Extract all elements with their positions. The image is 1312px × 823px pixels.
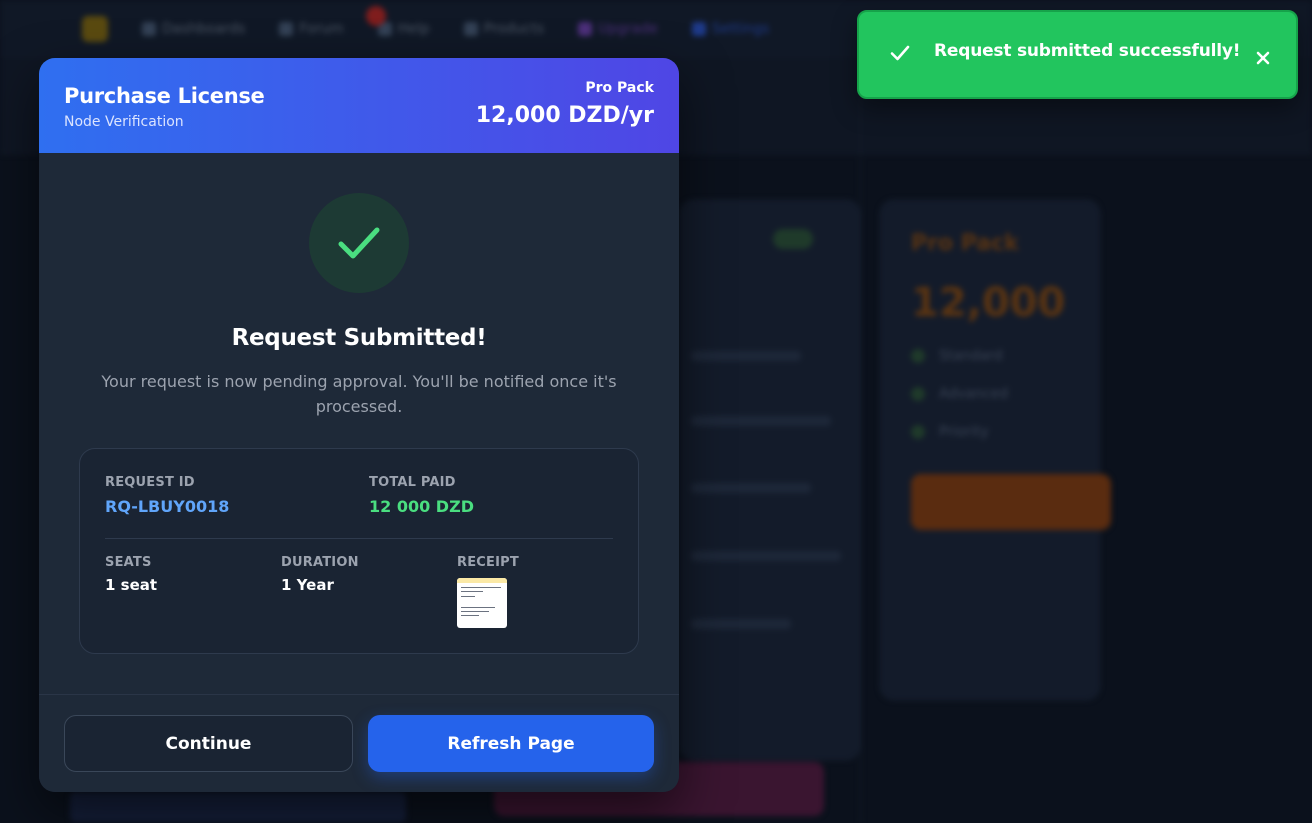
request-id-value: RQ-LBUY0018 — [105, 497, 230, 516]
refresh-page-button[interactable]: Refresh Page — [368, 715, 654, 772]
receipt-thumbnail[interactable] — [457, 578, 507, 628]
background-toggle — [773, 229, 813, 249]
background-strip — [70, 792, 406, 822]
close-icon[interactable] — [1253, 48, 1273, 68]
total-paid-value: 12 000 DZD — [369, 497, 474, 516]
background-notification-badge — [366, 6, 386, 26]
pack-price: 12,000 DZD/yr — [475, 103, 654, 128]
background-nav-item: Upgrade — [578, 21, 658, 37]
success-check-icon — [309, 193, 409, 293]
background-feature-row: Priority — [911, 424, 1069, 440]
duration-label: DURATION — [281, 555, 359, 570]
request-id-label: REQUEST ID — [105, 475, 195, 490]
check-icon — [889, 42, 911, 68]
background-card — [680, 200, 860, 760]
success-toast: Request submitted successfully! — [857, 10, 1298, 99]
total-paid-label: TOTAL PAID — [369, 475, 456, 490]
receipt-label: RECEIPT — [457, 555, 519, 570]
pack-label: Pro Pack — [585, 80, 654, 96]
modal-footer: Continue Refresh Page — [39, 694, 679, 792]
toast-message: Request submitted successfully! — [934, 41, 1241, 61]
background-nav-item: Products — [463, 21, 544, 37]
background-feature-row: Standard — [911, 348, 1069, 364]
background-nav-item: Dashboards — [142, 21, 245, 37]
background-nav-item: Settings — [691, 21, 769, 37]
background-nav-item: Forum — [279, 21, 344, 37]
continue-button[interactable]: Continue — [64, 715, 353, 772]
seats-value: 1 seat — [105, 576, 158, 594]
seats-label: SEATS — [105, 555, 152, 570]
background-logo — [82, 16, 108, 42]
success-title: Request Submitted! — [231, 325, 487, 351]
background-feature-row: Advanced — [911, 386, 1069, 402]
modal-body: Request Submitted! Your request is now p… — [39, 153, 679, 694]
background-nav-item: Help — [377, 21, 430, 37]
background-pack-name: Pro Pack — [911, 231, 1019, 256]
duration-value: 1 Year — [281, 576, 334, 594]
background-pack-price: 12,000 — [911, 280, 1066, 326]
modal-header: Purchase License Node Verification Pro P… — [39, 58, 679, 153]
background-divider — [860, 58, 861, 823]
background-pricing-card: Pro Pack 12,000 Standard Advanced Priori… — [880, 200, 1111, 700]
request-details-card: REQUEST ID RQ-LBUY0018 TOTAL PAID 12 000… — [79, 448, 639, 654]
details-divider — [105, 538, 613, 539]
success-message: Your request is now pending approval. Yo… — [101, 372, 617, 416]
purchase-license-modal: Purchase License Node Verification Pro P… — [39, 58, 679, 792]
background-buy-button — [911, 474, 1111, 530]
